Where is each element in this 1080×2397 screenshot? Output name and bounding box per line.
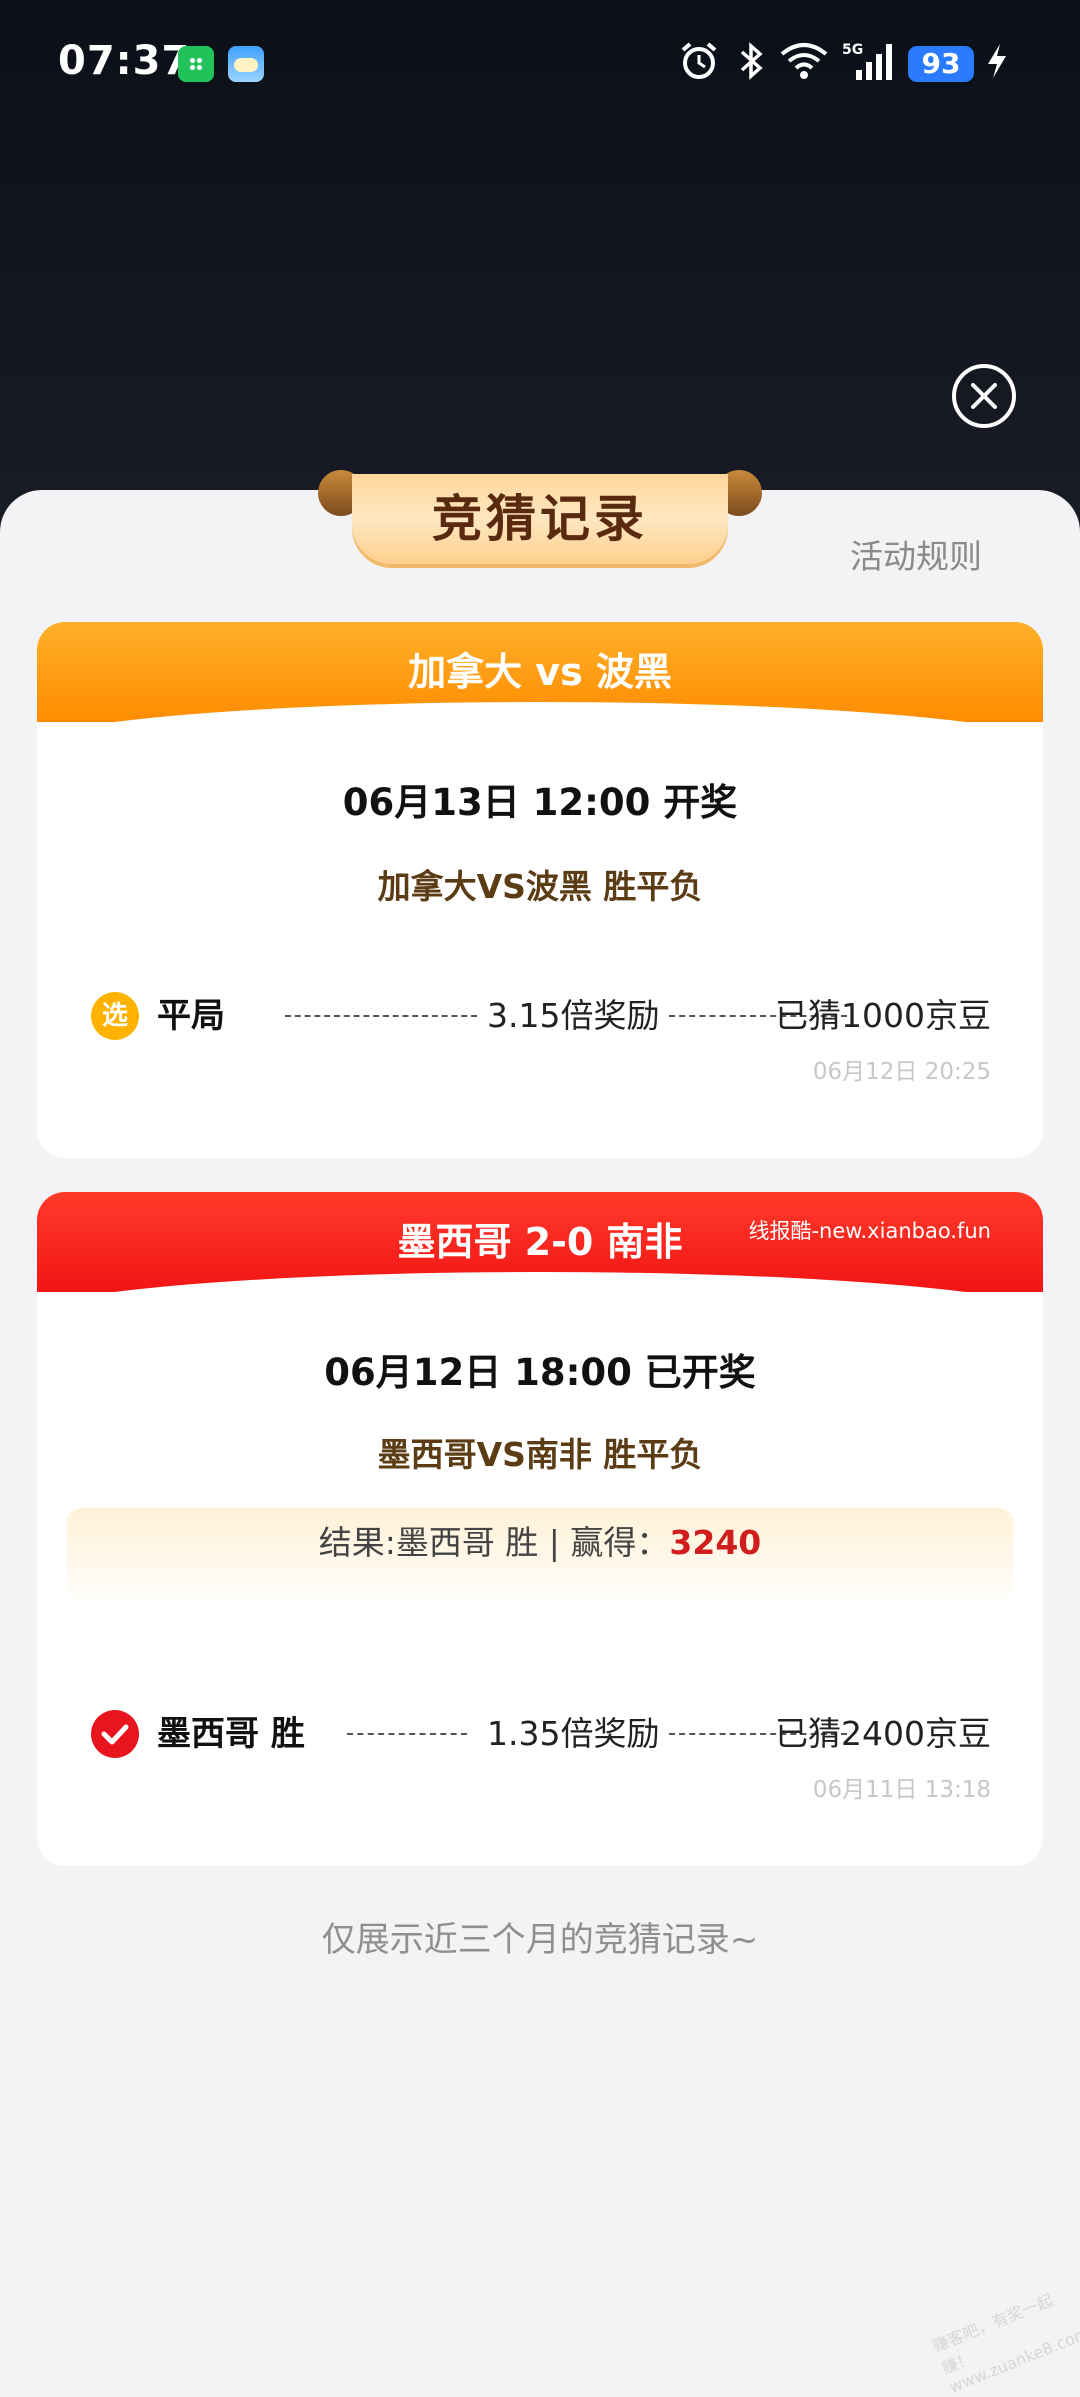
app-notification-icon [178, 46, 214, 82]
battery-level: 93 [908, 46, 974, 82]
dashed-divider [285, 1015, 477, 1017]
dashed-divider [347, 1733, 467, 1735]
bluetooth-icon [740, 42, 763, 80]
guessed-amount: 已猜2400京豆 [775, 1714, 991, 1753]
watermark-text: 线报酷-new.xianbao.fun [748, 1219, 991, 1243]
check-icon [91, 1710, 139, 1758]
result-text: 结果:墨西哥 胜 | 赢得： [318, 1523, 670, 1562]
pick-timestamp: 06月12日 20:25 [812, 1059, 991, 1085]
charging-icon [988, 44, 1006, 78]
pick-label: 平局 [157, 996, 225, 1036]
match-title: 墨西哥 2-0 南非 [397, 1220, 683, 1264]
result-box: 结果:墨西哥 胜 | 赢得：3240 [67, 1508, 1013, 1604]
pick-row: 墨西哥 胜 1.35倍奖励 已猜2400京豆 [91, 1706, 991, 1762]
odds-reward: 3.15倍奖励 [487, 996, 660, 1035]
activity-rules-link[interactable]: 活动规则 [850, 530, 1080, 578]
close-icon [971, 383, 997, 409]
cellular-signal-icon: 5G [842, 42, 892, 80]
status-bar: 07:37 5G 93 [0, 0, 1080, 130]
guessed-amount: 已猜1000京豆 [775, 996, 991, 1035]
guess-record-card: 墨西哥 2-0 南非 线报酷-new.xianbao.fun 06月12日 18… [37, 1192, 1043, 1866]
match-description: 墨西哥VS南非 胜平负 [377, 1435, 703, 1474]
draw-time: 06月12日 18:00 已开奖 [324, 1351, 756, 1394]
guess-record-card: 加拿大 vs 波黑 06月13日 12:00 开奖 加拿大VS波黑 胜平负 选 … [37, 622, 1043, 1158]
pick-timestamp: 06月11日 13:18 [812, 1777, 991, 1803]
network-type: 5G [842, 42, 863, 58]
alarm-icon [681, 42, 717, 79]
selected-badge-icon: 选 [91, 992, 139, 1040]
match-title: 加拿大 vs 波黑 [408, 650, 672, 694]
wifi-icon [780, 43, 828, 79]
weather-icon [228, 46, 264, 82]
odds-reward: 1.35倍奖励 [487, 1714, 660, 1753]
status-time: 07:37 [58, 38, 191, 84]
card-header: 墨西哥 2-0 南非 线报酷-new.xianbao.fun [37, 1192, 1043, 1320]
card-header: 加拿大 vs 波黑 [37, 622, 1043, 750]
footer-note: 仅展示近三个月的竞猜记录~ [321, 1920, 759, 1960]
win-amount: 3240 [669, 1523, 762, 1562]
sheet-title: 竞猜记录 [352, 474, 728, 564]
pick-label: 墨西哥 胜 [157, 1714, 305, 1754]
draw-time: 06月13日 12:00 开奖 [342, 781, 738, 824]
pick-row: 选 平局 3.15倍奖励 已猜1000京豆 [91, 988, 991, 1044]
close-button[interactable] [952, 364, 1016, 428]
match-description: 加拿大VS波黑 胜平负 [377, 867, 703, 906]
